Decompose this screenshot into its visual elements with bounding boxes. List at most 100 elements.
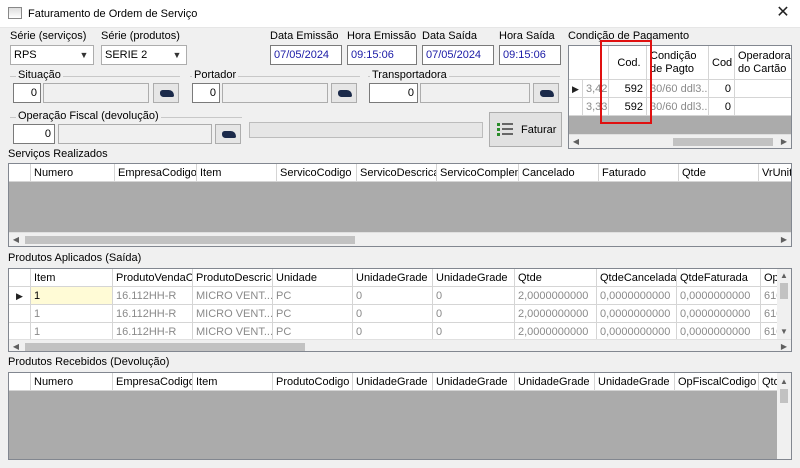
recebidos-col-opfiscal: OpFiscalCodigo	[675, 373, 759, 391]
recebidos-col-unidadegrade3: UnidadeGrade	[515, 373, 595, 391]
aplicados-col-unidade: Unidade	[273, 269, 353, 287]
servicos-col-empresa: EmpresaCodigo	[115, 164, 197, 182]
pagamento-cod2-cell: 0	[709, 80, 735, 98]
aplicados-produtodescricao-cell: MICRO VENT...	[193, 287, 273, 305]
scroll-thumb[interactable]	[673, 138, 773, 146]
servicos-col-marker	[9, 164, 31, 182]
portador-desc-field	[222, 83, 328, 103]
aplicados-produtodescricao-cell: MICRO VENT...	[193, 305, 273, 323]
progress-bar	[249, 122, 483, 138]
highlight-box	[600, 40, 652, 124]
aplicados-grid[interactable]: Item ProdutoVendaCodigo ProdutoDescricao…	[8, 268, 792, 352]
scroll-thumb[interactable]	[25, 343, 305, 351]
situacao-lookup-button[interactable]	[153, 83, 179, 103]
pagamento-hscroll[interactable]: ◀ ▶	[569, 134, 791, 148]
aplicados-col-qtde: Qtde	[515, 269, 597, 287]
faturar-button[interactable]: Faturar	[489, 112, 562, 147]
recebidos-col-unidadegrade2: UnidadeGrade	[433, 373, 515, 391]
car-search-icon	[222, 131, 236, 138]
recebidos-grid[interactable]: Numero EmpresaCodigo Item ProdutoCodigo …	[8, 372, 792, 460]
pagamento-col-cod2: Cod	[709, 46, 735, 80]
servicos-col-item: Item	[197, 164, 277, 182]
table-row[interactable]: 1 16.112HH-R MICRO VENT... PC 0 0 2,0000…	[9, 305, 779, 323]
servicos-grid[interactable]: Numero EmpresaCodigo Item ServicoCodigo …	[8, 163, 792, 247]
serie-servicos-value: RPS	[14, 49, 37, 61]
scroll-thumb[interactable]	[780, 389, 788, 403]
transportadora-label: Transportadora	[370, 69, 449, 81]
portador-lookup-button[interactable]	[331, 83, 357, 103]
recebidos-col-produtocodigo: ProdutoCodigo	[273, 373, 353, 391]
aplicados-col-qtdefaturada: QtdeFaturada	[677, 269, 761, 287]
servicos-grid-header: Numero EmpresaCodigo Item ServicoCodigo …	[9, 164, 791, 182]
situacao-desc-field	[43, 83, 149, 103]
aplicados-qtdefaturada-cell: 0,0000000000	[677, 305, 761, 323]
table-row[interactable]: ▶ 1 16.112HH-R MICRO VENT... PC 0 0 2,00…	[9, 287, 779, 305]
servicos-label: Serviços Realizados	[8, 148, 108, 160]
pagamento-col-condicao: Condição de Pagto	[647, 46, 709, 80]
window-title: Faturamento de Ordem de Serviço	[28, 8, 198, 20]
transportadora-lookup-button[interactable]	[533, 83, 559, 103]
aplicados-item-cell[interactable]: 1	[31, 287, 113, 305]
portador-code-field[interactable]: 0	[192, 83, 220, 103]
operacao-fiscal-desc-field	[58, 124, 212, 144]
data-emissao-label: Data Emissão	[270, 30, 339, 42]
aplicados-qtdefaturada-cell: 0,0000000000	[677, 287, 761, 305]
aplicados-unidadegrade2-cell: 0	[433, 305, 515, 323]
chevron-down-icon: ▼	[79, 50, 89, 60]
scroll-thumb[interactable]	[25, 236, 355, 244]
servicos-hscroll[interactable]: ◀ ▶	[9, 232, 791, 246]
operacao-fiscal-label: Operação Fiscal (devolução)	[16, 110, 161, 122]
recebidos-grid-header: Numero EmpresaCodigo Item ProdutoCodigo …	[9, 373, 791, 391]
scroll-right-icon[interactable]: ▶	[777, 135, 791, 148]
pagamento-operadora-cell	[735, 98, 791, 116]
car-search-icon	[160, 90, 174, 97]
hora-emissao-label: Hora Emissão	[347, 30, 417, 42]
operacao-fiscal-lookup-button[interactable]	[215, 124, 241, 144]
serie-produtos-value: SERIE 2	[105, 49, 148, 61]
scroll-left-icon[interactable]: ◀	[9, 233, 23, 246]
scroll-down-icon[interactable]: ▼	[777, 327, 791, 336]
recebidos-col-item: Item	[193, 373, 273, 391]
data-saida-field[interactable]: 07/05/2024	[422, 45, 494, 65]
app-icon	[8, 7, 22, 19]
servicos-grid-empty	[9, 182, 791, 232]
transportadora-desc-field	[420, 83, 530, 103]
aplicados-item-cell[interactable]: 1	[31, 305, 113, 323]
chevron-down-icon: ▼	[172, 50, 182, 60]
scroll-right-icon[interactable]: ▶	[777, 233, 791, 246]
close-button[interactable]: ✕	[766, 0, 800, 28]
faturar-label: Faturar	[521, 124, 557, 136]
situacao-code-field[interactable]: 0	[13, 83, 41, 103]
hora-saida-field[interactable]: 09:15:06	[499, 45, 561, 65]
pagamento-condicao-cell: 30/60 ddl3...	[647, 80, 709, 98]
row-marker: ▶	[569, 80, 583, 98]
aplicados-unidade-cell: PC	[273, 287, 353, 305]
scroll-up-icon[interactable]: ▲	[777, 377, 791, 386]
serie-servicos-combo[interactable]: RPS ▼	[10, 45, 94, 65]
servicos-col-numero: Numero	[31, 164, 115, 182]
scroll-right-icon[interactable]: ▶	[777, 340, 791, 351]
data-emissao-field[interactable]: 07/05/2024	[270, 45, 342, 65]
aplicados-col-produtodescricao: ProdutoDescricao	[193, 269, 273, 287]
transportadora-code-field[interactable]: 0	[369, 83, 418, 103]
aplicados-col-produtovenda: ProdutoVendaCodigo	[113, 269, 193, 287]
scroll-left-icon[interactable]: ◀	[569, 135, 583, 148]
serie-servicos-label: Série (serviços)	[10, 30, 87, 42]
scroll-left-icon[interactable]: ◀	[9, 340, 23, 351]
hora-emissao-field[interactable]: 09:15:06	[347, 45, 417, 65]
pagamento-col-operadora: Operadora do Cartão	[735, 46, 791, 80]
scroll-up-icon[interactable]: ▲	[777, 271, 791, 280]
aplicados-col-qtdecancelada: QtdeCancelada	[597, 269, 677, 287]
recebidos-col-unidadegrade4: UnidadeGrade	[595, 373, 675, 391]
operacao-fiscal-code-field[interactable]: 0	[13, 124, 55, 144]
aplicados-vscroll[interactable]: ▲ ▼	[777, 269, 791, 339]
pagamento-cod2-cell: 0	[709, 98, 735, 116]
serie-produtos-combo[interactable]: SERIE 2 ▼	[101, 45, 187, 65]
aplicados-unidadegrade1-cell: 0	[353, 287, 433, 305]
scroll-thumb[interactable]	[780, 283, 788, 299]
recebidos-vscroll[interactable]: ▲	[777, 373, 791, 459]
aplicados-col-unidadegrade2: UnidadeGrade	[433, 269, 515, 287]
aplicados-hscroll[interactable]: ◀ ▶	[9, 339, 791, 351]
car-search-icon	[540, 90, 554, 97]
situacao-label: Situação	[16, 69, 63, 81]
